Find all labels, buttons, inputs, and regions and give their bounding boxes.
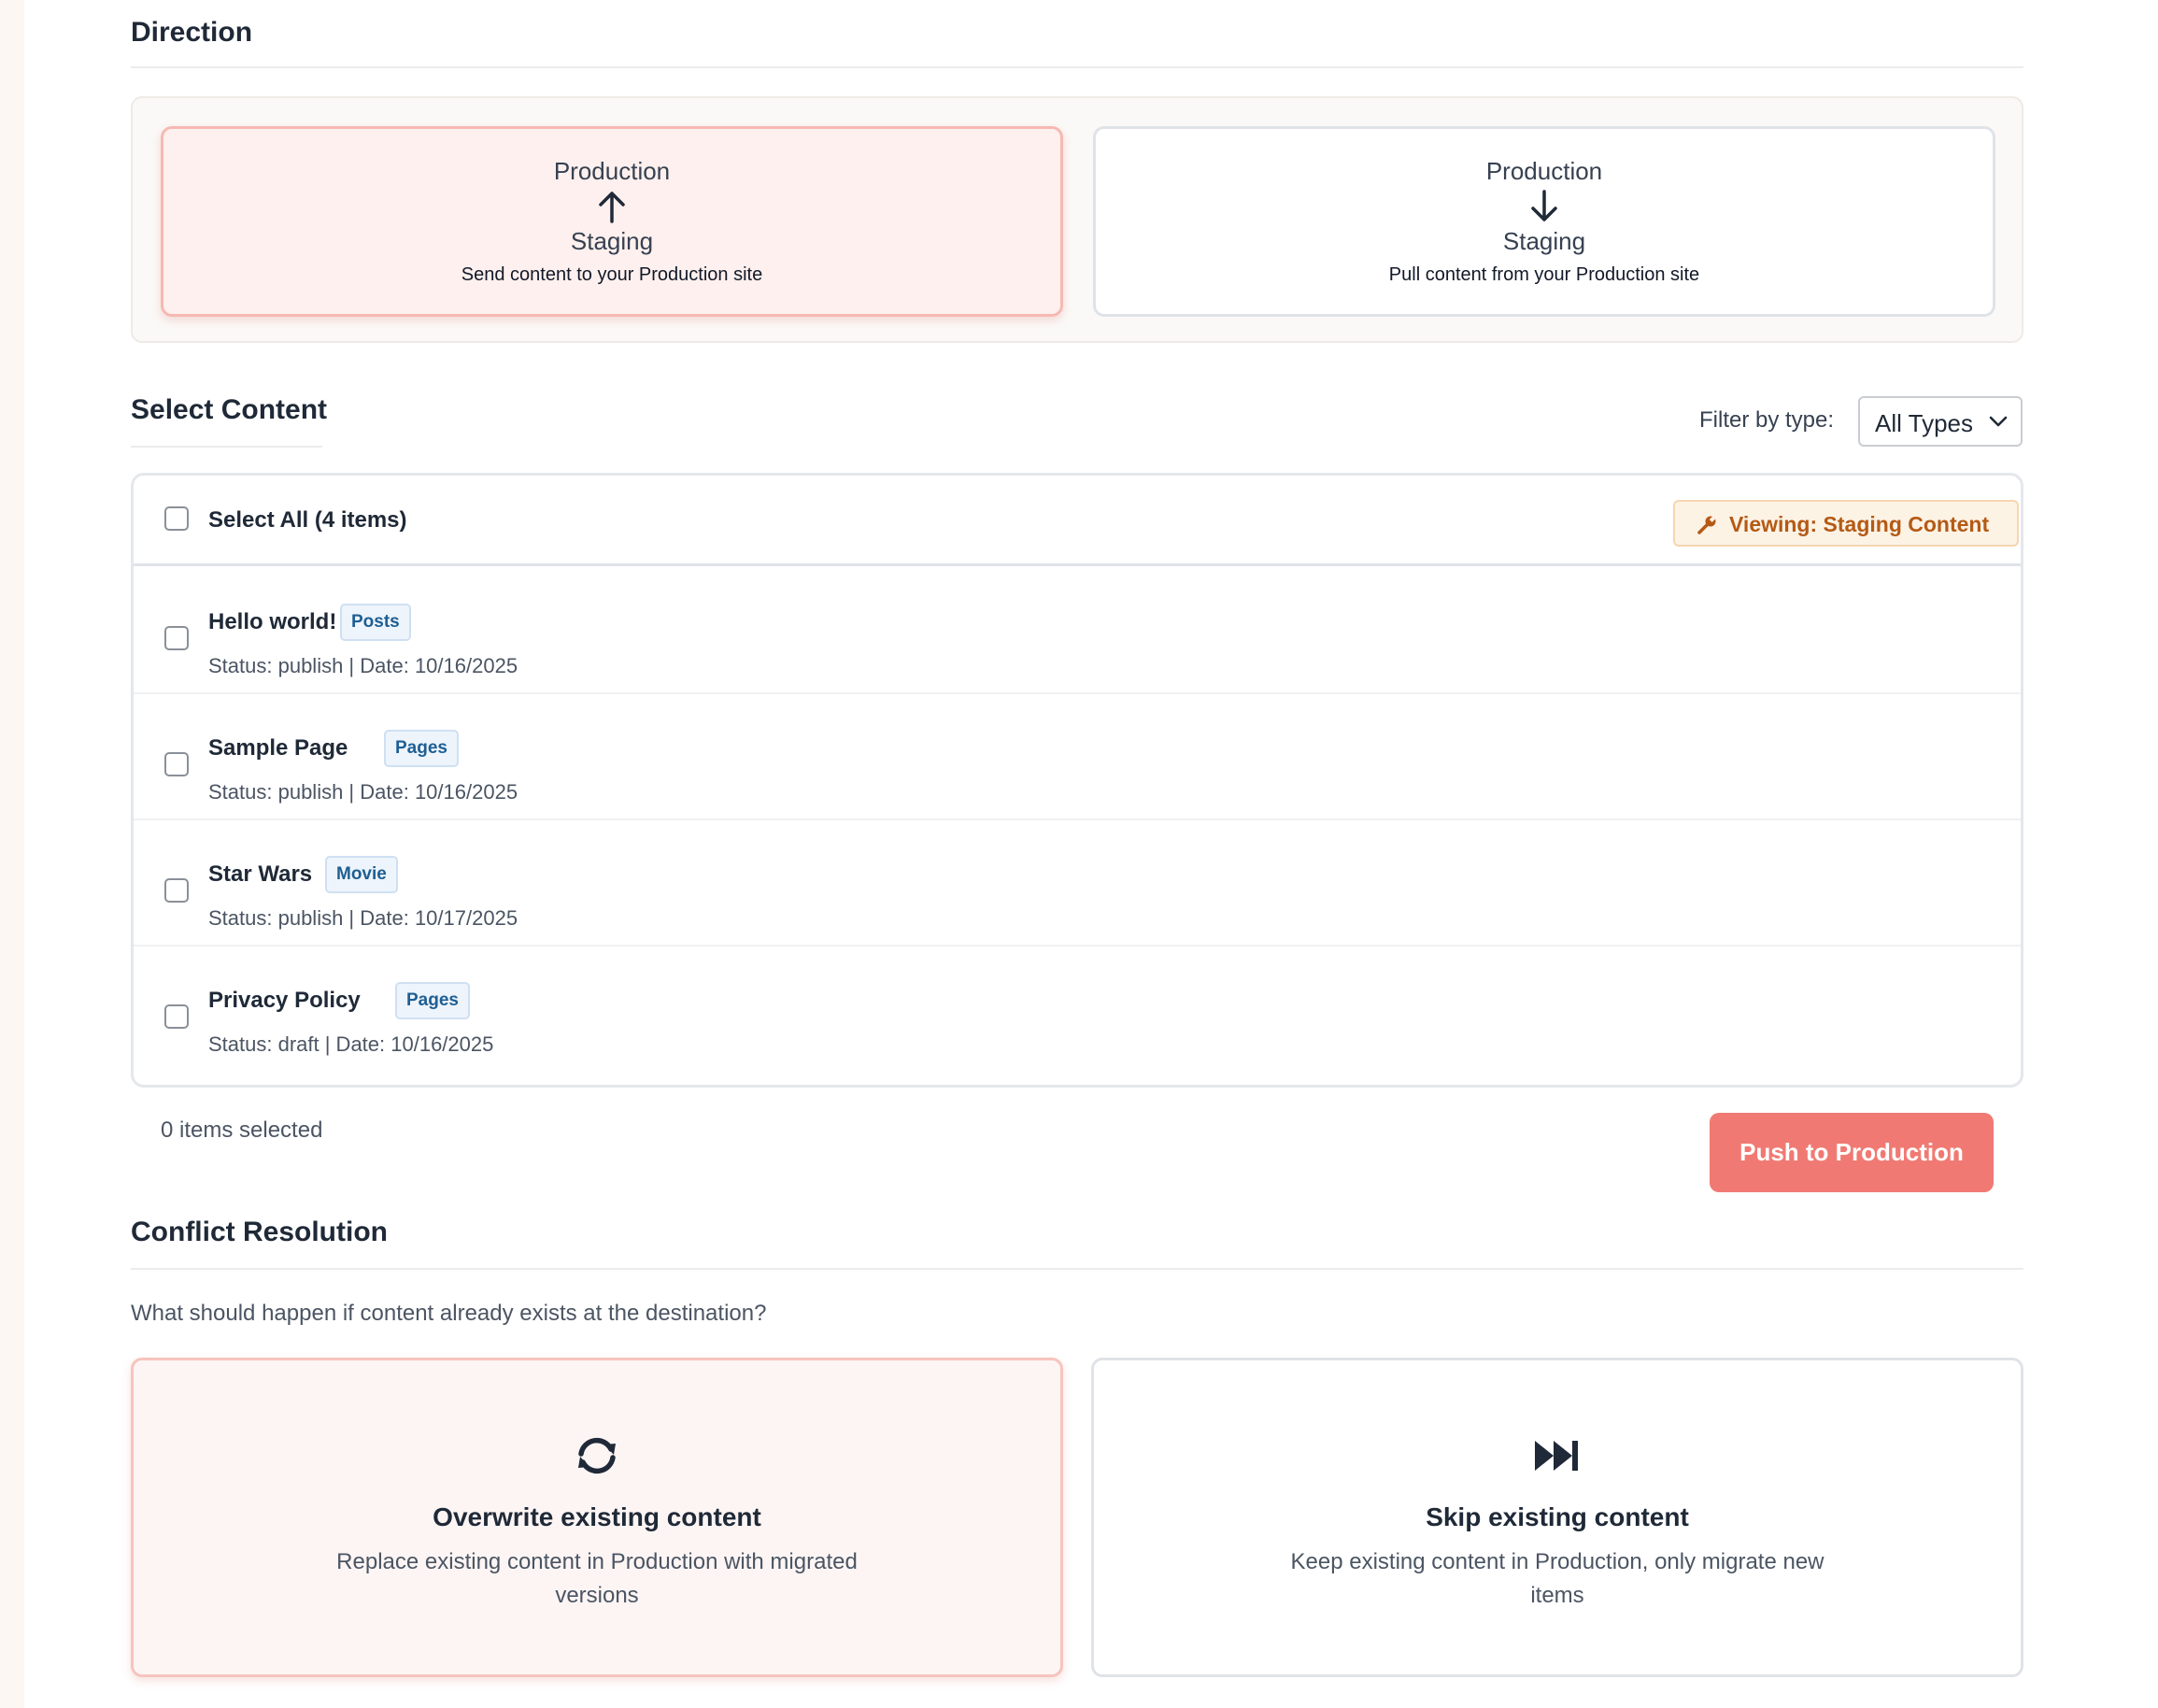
direction-pull-bottom-label: Staging <box>1502 227 1586 255</box>
select-all-label: Select All (4 items) <box>208 507 407 533</box>
filter-type-select[interactable]: All Types <box>1858 396 2023 447</box>
direction-push-card[interactable]: Production Staging Send content to your … <box>161 126 1063 317</box>
divider <box>131 66 2023 68</box>
skip-description: Keep existing content in Production, onl… <box>1290 1549 1824 1608</box>
skip-title: Skip existing content <box>1426 1502 1689 1531</box>
filter-selected-value: All Types <box>1875 409 1974 437</box>
arrow-down-icon <box>1531 190 1557 221</box>
conflict-resolution-heading: Conflict Resolution <box>131 1217 388 1247</box>
arrow-up-icon <box>599 192 625 223</box>
row-title: Privacy Policy <box>208 988 361 1013</box>
row-type-badge: Pages <box>395 982 470 1019</box>
content-row[interactable]: Privacy Policy Pages Status: draft | Dat… <box>134 945 2021 1071</box>
chevron-down-icon <box>1989 416 2008 427</box>
divider <box>131 1268 2023 1270</box>
row-type-badge: Movie <box>325 856 398 893</box>
viewing-badge-text: Viewing: Staging Content <box>1729 512 1990 536</box>
content-row[interactable]: Hello world! Posts Status: publish | Dat… <box>134 566 2021 694</box>
row-title: Sample Page <box>208 735 348 761</box>
row-type-badge: Pages <box>384 730 459 767</box>
content-row[interactable]: Sample Page Pages Status: publish | Date… <box>134 692 2021 820</box>
row-type-badge: Posts <box>340 604 411 641</box>
row-title: Star Wars <box>208 861 313 887</box>
push-to-production-button[interactable]: Push to Production <box>1710 1113 1994 1192</box>
direction-heading: Direction <box>131 17 253 48</box>
wrench-icon <box>1697 516 1716 534</box>
row-checkbox[interactable] <box>164 626 189 650</box>
overwrite-description: Replace existing content in Production w… <box>336 1549 858 1608</box>
skip-option-card[interactable]: Skip existing content Keep existing cont… <box>1091 1358 2023 1677</box>
direction-pull-card[interactable]: Production Staging Pull content from you… <box>1093 126 1995 317</box>
row-checkbox[interactable] <box>164 878 189 903</box>
conflict-question: What should happen if content already ex… <box>131 1301 767 1326</box>
row-meta: Status: draft | Date: 10/16/2025 <box>208 1032 494 1056</box>
row-checkbox[interactable] <box>164 752 189 776</box>
direction-pull-description: Pull content from your Production site <box>1388 264 1700 285</box>
migration-panel: Direction Production Staging Send conten… <box>24 0 2158 1708</box>
divider <box>131 446 322 448</box>
content-row[interactable]: Star Wars Movie Status: publish | Date: … <box>134 818 2021 947</box>
row-title: Hello world! <box>208 609 337 634</box>
direction-pull-top-label: Production <box>1485 157 1603 185</box>
filter-label: Filter by type: <box>1699 407 1835 433</box>
row-checkbox[interactable] <box>164 1004 189 1029</box>
row-meta: Status: publish | Date: 10/16/2025 <box>208 654 518 677</box>
sync-icon <box>578 1437 616 1474</box>
content-list: Select All (4 items) Viewing: Staging Co… <box>131 473 2023 1088</box>
select-all-checkbox[interactable] <box>164 506 189 531</box>
content-list-header: Select All (4 items) Viewing: Staging Co… <box>134 476 2021 566</box>
row-meta: Status: publish | Date: 10/17/2025 <box>208 906 518 930</box>
overwrite-title: Overwrite existing content <box>433 1502 761 1531</box>
direction-push-bottom-label: Staging <box>570 227 654 255</box>
viewing-badge: Viewing: Staging Content <box>1673 500 2019 547</box>
direction-push-description: Send content to your Production site <box>461 264 763 285</box>
skip-forward-icon <box>1535 1441 1578 1471</box>
row-meta: Status: publish | Date: 10/16/2025 <box>208 780 518 804</box>
selected-count: 0 items selected <box>161 1117 323 1143</box>
direction-options: Production Staging Send content to your … <box>131 96 2023 343</box>
direction-push-top-label: Production <box>553 157 671 185</box>
overwrite-option-card[interactable]: Overwrite existing content Replace exist… <box>131 1358 1063 1677</box>
select-content-heading: Select Content <box>131 394 328 425</box>
